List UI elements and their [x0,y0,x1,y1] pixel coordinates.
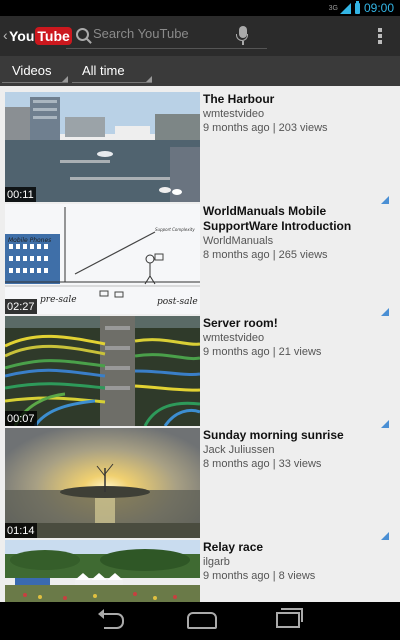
video-thumbnail[interactable]: Mobile Phones Support Complexity pre-sal… [5,204,200,314]
harbour-thumbnail-image [5,92,200,202]
dropdown-triangle-icon [146,76,152,82]
video-title: Sunday morning sunrise [203,428,344,442]
video-list-item[interactable]: 01:14 Sunday morning sunrise Jack Julius… [0,422,400,540]
youtube-logo[interactable]: You Tube [9,25,72,47]
thumb-phones-label: Mobile Phones [8,237,51,244]
video-list-item[interactable]: Relay race ilgarb 9 months ago | 8 views [0,534,400,602]
time-dropdown[interactable]: All time [70,56,154,86]
server-room-thumbnail-image [5,316,200,426]
video-stats: 9 months ago | 21 views [203,346,322,358]
video-thumbnail[interactable]: 00:11 [5,92,200,202]
category-dropdown[interactable]: Videos [0,56,70,86]
video-title: Relay race [203,540,264,554]
search-placeholder: Search YouTube [93,26,189,41]
status-indicators: 3G 09:00 [328,0,394,15]
video-channel: WorldManuals [203,235,274,247]
battery-icon [354,0,360,14]
video-list-item[interactable]: 00:11 The Harbour wmtestvideo 9 months a… [0,86,400,204]
up-chevron-icon[interactable]: ‹ [3,27,8,43]
video-stats: 8 months ago | 33 views [203,458,322,470]
back-icon[interactable] [98,609,124,629]
video-channel: wmtestvideo [203,108,265,120]
filter-bar: Videos All time [0,56,400,86]
category-underline [2,82,68,83]
video-thumbnail[interactable]: 01:14 [5,428,200,538]
relay-race-thumbnail-image [5,540,200,602]
thumb-support-label: Support Complexity [155,227,195,232]
video-title: WorldManuals Mobile SupportWare Introduc… [203,204,352,233]
dropdown-triangle-icon [62,76,68,82]
time-underline [72,82,152,83]
home-icon[interactable] [187,612,217,629]
video-meta: Sunday morning sunrise Jack Juliussen 8 … [203,428,363,470]
logo-you-text: You [9,28,35,44]
video-stats: 8 months ago | 265 views [203,249,328,261]
video-stats: 9 months ago | 8 views [203,570,316,582]
microphone-icon[interactable] [236,26,248,45]
video-meta: Relay race ilgarb 9 months ago | 8 views [203,540,363,582]
status-bar: 3G 09:00 [0,0,400,16]
video-stats: 9 months ago | 203 views [203,122,328,134]
thumb-presale-label: pre-sale [40,295,77,305]
video-meta: The Harbour wmtestvideo 9 months ago | 2… [203,92,363,134]
video-list-item[interactable]: Mobile Phones Support Complexity pre-sal… [0,198,400,316]
video-thumbnail[interactable] [5,540,200,602]
overflow-menu-icon[interactable] [378,28,382,44]
video-list-item[interactable]: 00:07 Server room! wmtestvideo 9 months … [0,310,400,428]
video-channel: ilgarb [203,556,230,568]
clock: 09:00 [363,1,394,15]
action-bar: ‹ You Tube Search YouTube [0,16,400,56]
time-dropdown-label: All time [82,63,125,78]
video-meta: Server room! wmtestvideo 9 months ago | … [203,316,363,358]
worldmanuals-thumbnail-image: Mobile Phones Support Complexity pre-sal… [5,204,200,314]
video-list[interactable]: 00:11 The Harbour wmtestvideo 9 months a… [0,86,400,602]
system-nav-bar [0,602,400,640]
video-title: The Harbour [203,92,275,106]
video-thumbnail[interactable]: 00:07 [5,316,200,426]
search-field[interactable]: Search YouTube [66,24,267,49]
video-channel: wmtestvideo [203,332,265,344]
search-icon [76,28,89,41]
video-channel: Jack Juliussen [203,444,275,456]
signal-icon [339,2,351,14]
video-title: Server room! [203,316,278,330]
recent-apps-icon[interactable] [276,608,303,628]
network-type: 3G [328,4,338,12]
category-dropdown-label: Videos [12,63,52,78]
thumb-postsale-label: post-sale [157,297,198,307]
video-meta: WorldManuals Mobile SupportWare Introduc… [203,204,363,261]
sunrise-thumbnail-image [5,428,200,538]
